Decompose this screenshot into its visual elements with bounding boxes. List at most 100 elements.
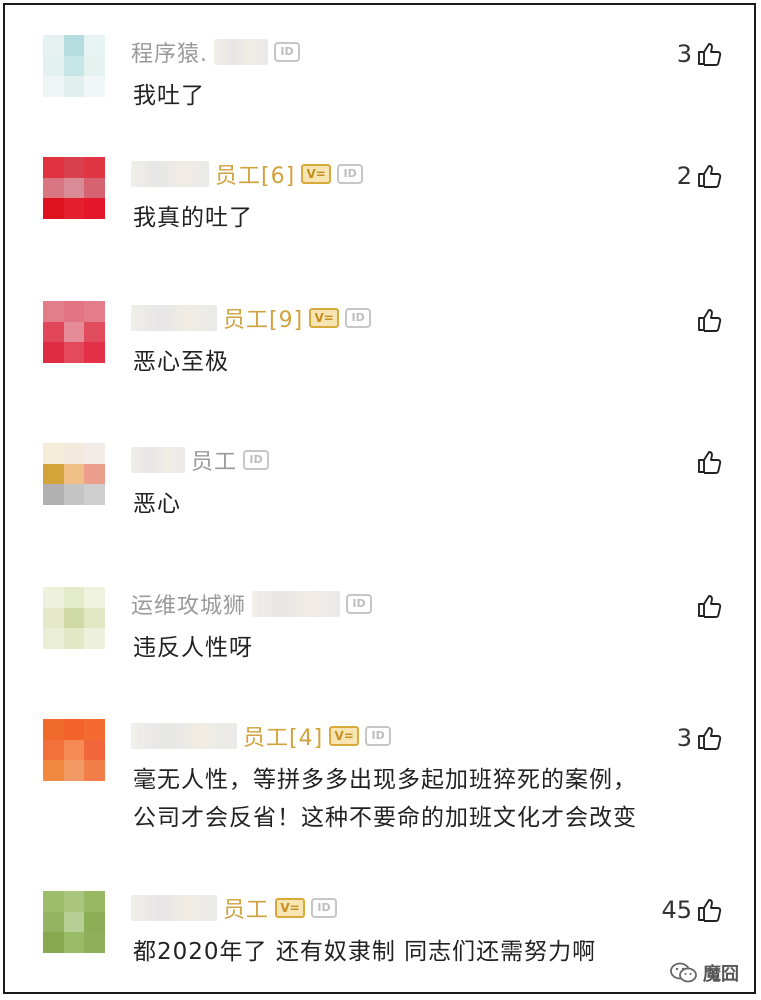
avatar-pixel [63,891,85,912]
id-badge-icon: ID [311,898,338,918]
avatar-pixel [63,301,85,322]
comment-text-line: 公司才会反省！这种不要命的加班文化才会改变 [133,805,637,831]
avatar-pixel [43,55,64,77]
avatar-pixel [43,891,64,912]
avatar-pixel [84,760,105,781]
avatar-pixel [84,587,105,608]
wechat-icon [670,962,697,983]
verified-badge-icon: V= [309,308,340,328]
avatar-pixel [63,628,85,649]
like-button[interactable]: 3 [677,39,722,69]
comment-list: 程序猿. ID 3 我吐了 员工[6] V= ID 2 我真的吐了 员工[9] V= ID 恶心至极 员工… [3,3,756,994]
author-name[interactable]: 程序猿. [131,36,208,68]
thumbs-up-icon[interactable] [696,307,722,333]
like-button[interactable]: 3 [677,723,722,753]
like-button[interactable] [696,591,722,621]
avatar-pixel [63,157,85,178]
avatar[interactable] [43,157,105,219]
avatar-pixel [63,911,85,933]
author-line: 员工[6] V= ID [131,158,364,190]
id-badge-icon: ID [243,450,270,470]
avatar-pixel [84,321,105,343]
like-button[interactable]: 45 [661,895,722,925]
author-name[interactable]: 员工 [191,444,237,476]
author-line: 运维攻城狮 ID [131,588,373,620]
avatar-pixel [43,463,64,485]
avatar-pixel [43,76,64,97]
redacted-name [252,591,341,617]
comment-text-line: 恶心至极 [133,349,229,375]
author-line: 员工 ID [131,444,270,476]
avatar[interactable] [43,443,105,505]
author-name[interactable]: 员工 [223,892,269,924]
avatar-pixel [84,157,105,178]
verified-badge-icon: V= [329,726,360,746]
thumbs-up-icon[interactable] [696,593,722,619]
thumbs-up-icon[interactable] [696,163,722,189]
author-name[interactable]: 员工[9] [223,302,303,334]
avatar-pixel [84,739,105,761]
thumbs-up-icon[interactable] [696,725,722,751]
comment-text: 毫无人性，等拼多多出现多起加班猝死的案例， 公司才会反省！这种不要命的加班文化才会… [133,761,637,837]
avatar[interactable] [43,587,105,649]
avatar-pixel [43,911,64,933]
redacted-name [131,895,217,921]
comment-text: 我吐了 [133,77,205,115]
avatar-pixel [43,342,64,363]
like-button[interactable]: 2 [677,161,722,191]
redacted-name [131,447,185,473]
id-badge-icon: ID [346,594,373,614]
avatar-pixel [43,760,64,781]
avatar-pixel [63,55,85,77]
id-badge-icon: ID [365,726,392,746]
avatar-pixel [84,76,105,97]
avatar-pixel [84,342,105,363]
author-line: 程序猿. ID [131,37,300,67]
avatar-pixel [43,607,64,629]
like-button[interactable] [696,447,722,477]
comment-text-line: 都2020年了 还有奴隶制 同志们还需努力啊 [133,939,597,965]
comment-text-line: 我吐了 [133,83,205,109]
comment-text: 违反人性呀 [133,629,253,667]
avatar-pixel [63,719,85,740]
avatar-pixel [84,719,105,740]
avatar-pixel [43,719,64,740]
avatar-pixel [84,35,105,56]
avatar[interactable] [43,35,105,97]
author-name[interactable]: 运维攻城狮 [131,588,246,620]
like-count: 3 [676,40,692,68]
thumbs-up-icon[interactable] [696,449,722,475]
avatar-pixel [43,301,64,322]
comment-text: 恶心至极 [133,343,229,381]
avatar[interactable] [43,891,105,953]
avatar-pixel [43,739,64,761]
author-line: 员工[9] V= ID [131,302,372,334]
avatar-pixel [84,301,105,322]
avatar-pixel [43,484,64,505]
avatar-pixel [43,443,64,464]
comment-text-line: 毫无人性，等拼多多出现多起加班猝死的案例， [133,767,637,793]
avatar-pixel [84,484,105,505]
avatar-pixel [63,463,85,485]
avatar[interactable] [43,719,105,781]
avatar[interactable] [43,301,105,363]
avatar-pixel [43,932,64,953]
avatar-pixel [43,628,64,649]
verified-badge-icon: V= [301,164,332,184]
brand-text: 魔囧 [703,964,739,985]
avatar-pixel [63,443,85,464]
author-name[interactable]: 员工[6] [215,158,295,190]
like-button[interactable] [696,305,722,335]
author-name[interactable]: 员工[4] [243,720,323,752]
avatar-pixel [84,198,105,219]
avatar-pixel [43,35,64,56]
avatar-pixel [63,342,85,363]
avatar-pixel [84,463,105,485]
redacted-name [214,39,268,65]
avatar-pixel [43,587,64,608]
comment-text-line: 恶心 [133,491,181,517]
avatar-pixel [63,932,85,953]
avatar-pixel [84,55,105,77]
thumbs-up-icon[interactable] [696,897,722,923]
thumbs-up-icon[interactable] [696,41,722,67]
